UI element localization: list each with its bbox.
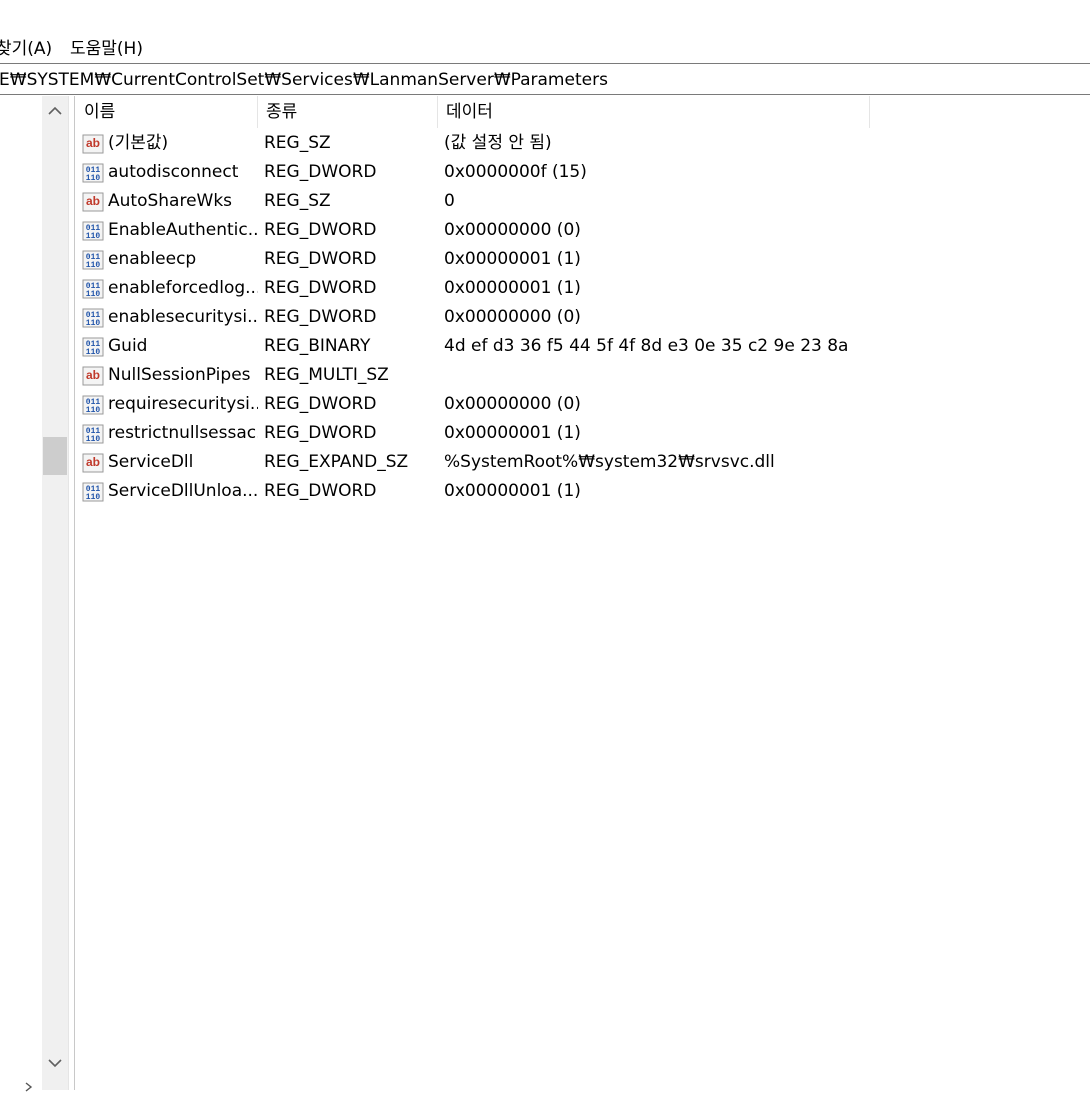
svg-text:110: 110 [86, 319, 101, 328]
string-value-icon: ab [82, 133, 104, 155]
svg-text:ab: ab [86, 455, 100, 469]
table-row[interactable]: ab NullSessionPipes REG_MULTI_SZ [76, 361, 1090, 390]
binary-value-icon: 011 110 [82, 336, 104, 358]
table-row[interactable]: ab (기본값) REG_SZ (값 설정 안 됨) [76, 129, 1090, 158]
binary-value-icon: 011 110 [82, 481, 104, 503]
value-name: (기본값) [108, 133, 169, 153]
svg-text:ab: ab [86, 194, 100, 208]
value-data: 0x00000001 (1) [444, 423, 581, 443]
table-row[interactable]: 011 110 enableecp REG_DWORD 0x00000001 (1) [76, 245, 1090, 274]
table-row[interactable]: 011 110 Guid REG_BINARY 4d ef d3 36 f5 44 5f… [76, 332, 1090, 361]
table-row[interactable]: 011 110 restrictnullsessac... REG_DWORD 0x00… [76, 419, 1090, 448]
value-type: REG_DWORD [264, 394, 377, 414]
list-header: 이름 종류 데이터 [76, 96, 1090, 128]
table-row[interactable]: ab AutoShareWks REG_SZ 0 [76, 187, 1090, 216]
binary-value-icon: 011 110 [82, 278, 104, 300]
address-path: IE₩SYSTEM₩CurrentControlSet₩Services₩Lan… [0, 70, 608, 90]
svg-text:110: 110 [86, 232, 101, 241]
menu-bar: 찾기(A) 도움말(H) [0, 36, 1090, 62]
value-data: 0 [444, 191, 455, 211]
value-type: REG_EXPAND_SZ [264, 452, 409, 472]
svg-text:110: 110 [86, 174, 101, 183]
table-row[interactable]: 011 110 EnableAuthentic... REG_DWORD 0x00000… [76, 216, 1090, 245]
value-type: REG_SZ [264, 133, 331, 153]
svg-text:110: 110 [86, 435, 101, 444]
binary-value-icon: 011 110 [82, 249, 104, 271]
divider [0, 63, 1090, 64]
pane-splitter[interactable] [68, 96, 75, 1090]
table-row[interactable]: 011 110 enablesecuritysi... REG_DWORD 0x0000… [76, 303, 1090, 332]
value-data: 0x00000001 (1) [444, 278, 581, 298]
string-value-icon: ab [82, 191, 104, 213]
value-type: REG_DWORD [264, 307, 377, 327]
value-type: REG_BINARY [264, 336, 371, 356]
value-data: (값 설정 안 됨) [444, 133, 552, 153]
value-data: 0x00000001 (1) [444, 249, 581, 269]
binary-value-icon: 011 110 [82, 423, 104, 445]
svg-text:ab: ab [86, 368, 100, 382]
value-name: enableecp [108, 249, 197, 269]
value-type: REG_DWORD [264, 220, 377, 240]
value-data: 0x00000001 (1) [444, 481, 581, 501]
registry-values-list: 이름 종류 데이터 ab (기본값) REG_SZ (값 설정 안 됨) 011 110 a… [76, 96, 1090, 1090]
value-name: restrictnullsessac... [108, 423, 258, 443]
value-data: %SystemRoot%₩system32₩srvsvc.dll [444, 452, 775, 472]
tree-expand-chevron-icon[interactable] [24, 1080, 34, 1096]
scrollbar-thumb[interactable] [43, 437, 67, 475]
value-name: enablesecuritysi... [108, 307, 258, 327]
value-name: NullSessionPipes [108, 365, 251, 385]
value-data: 0x00000000 (0) [444, 307, 581, 327]
scroll-up-arrow-icon[interactable] [42, 98, 68, 124]
table-row[interactable]: 011 110 autodisconnect REG_DWORD 0x0000000f … [76, 158, 1090, 187]
value-name: AutoShareWks [108, 191, 233, 211]
value-data: 4d ef d3 36 f5 44 5f 4f 8d e3 0e 35 c2 9… [444, 336, 849, 356]
column-header-name[interactable]: 이름 [76, 96, 258, 128]
value-type: REG_DWORD [264, 162, 377, 182]
svg-text:110: 110 [86, 348, 101, 357]
menu-help[interactable]: 도움말(H) [70, 36, 143, 62]
column-header-type[interactable]: 종류 [258, 96, 438, 128]
string-value-icon: ab [82, 365, 104, 387]
value-name: Guid [108, 336, 148, 356]
divider [0, 94, 1090, 95]
binary-value-icon: 011 110 [82, 162, 104, 184]
table-row[interactable]: 011 110 enableforcedlog... REG_DWORD 0x00000… [76, 274, 1090, 303]
svg-text:110: 110 [86, 406, 101, 415]
value-type: REG_DWORD [264, 278, 377, 298]
menu-find[interactable]: 찾기(A) [0, 36, 52, 62]
value-data: 0x00000000 (0) [444, 220, 581, 240]
value-type: REG_DWORD [264, 249, 377, 269]
column-header-data[interactable]: 데이터 [438, 96, 870, 128]
value-data: 0x0000000f (15) [444, 162, 587, 182]
scroll-down-arrow-icon[interactable] [42, 1050, 68, 1076]
table-row[interactable]: 011 110 ServiceDllUnloa... REG_DWORD 0x00000… [76, 477, 1090, 506]
value-type: REG_DWORD [264, 423, 377, 443]
table-row[interactable]: 011 110 requiresecuritysi... REG_DWORD 0x000… [76, 390, 1090, 419]
address-bar[interactable]: IE₩SYSTEM₩CurrentControlSet₩Services₩Lan… [0, 66, 1090, 94]
svg-text:110: 110 [86, 290, 101, 299]
svg-text:110: 110 [86, 493, 101, 502]
value-data: 0x00000000 (0) [444, 394, 581, 414]
svg-text:110: 110 [86, 261, 101, 270]
string-value-icon: ab [82, 452, 104, 474]
binary-value-icon: 011 110 [82, 220, 104, 242]
value-type: REG_MULTI_SZ [264, 365, 389, 385]
binary-value-icon: 011 110 [82, 394, 104, 416]
table-row[interactable]: ab ServiceDll REG_EXPAND_SZ %SystemRoot%₩sy… [76, 448, 1090, 477]
value-name: ServiceDllUnloa... [108, 481, 258, 501]
value-name: autodisconnect [108, 162, 239, 182]
binary-value-icon: 011 110 [82, 307, 104, 329]
svg-text:ab: ab [86, 136, 100, 150]
value-name: requiresecuritysi... [108, 394, 258, 414]
value-name: ServiceDll [108, 452, 194, 472]
value-type: REG_DWORD [264, 481, 377, 501]
value-name: enableforcedlog... [108, 278, 258, 298]
tree-vertical-scrollbar[interactable] [42, 96, 68, 1090]
value-name: EnableAuthentic... [108, 220, 258, 240]
value-type: REG_SZ [264, 191, 331, 211]
